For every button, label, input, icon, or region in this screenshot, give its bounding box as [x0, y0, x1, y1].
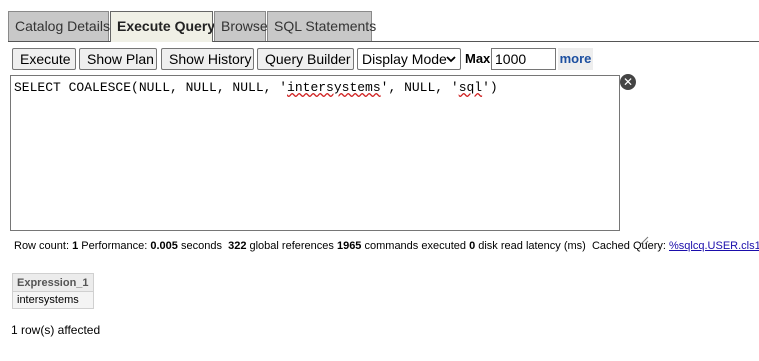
query-text-middle: ', NULL, ': [380, 80, 459, 95]
commands-label: commands executed: [364, 240, 467, 252]
tab-execute-query[interactable]: Execute Query: [110, 11, 215, 42]
tab-browse[interactable]: Browse: [214, 11, 268, 41]
tab-bar: Catalog Details Execute Query Browse SQL…: [8, 11, 759, 42]
column-header: Expression_1: [12, 273, 94, 292]
global-refs-value: 322: [228, 240, 247, 252]
table-cell: intersystems: [12, 291, 94, 309]
resize-handle-icon[interactable]: [608, 219, 649, 245]
disk-latency-label: disk read latency (ms): [478, 240, 586, 252]
rows-affected-text: 1 row(s) affected: [11, 323, 101, 337]
display-mode-select[interactable]: Display Mode: [357, 48, 461, 70]
seconds-label: seconds: [180, 240, 222, 252]
query-textarea[interactable]: SELECT COALESCE(NULL, NULL, NULL, 'inter…: [10, 75, 649, 245]
cached-query-link[interactable]: %sqlcq.USER.cls18: [669, 240, 759, 252]
more-link[interactable]: more: [558, 48, 593, 70]
performance-value: 0.005: [150, 240, 178, 252]
table-row: intersystems: [12, 291, 94, 309]
query-text-word-2: sql: [458, 80, 483, 95]
query-text-start: SELECT COALESCE(NULL, NULL, NULL, ': [14, 80, 288, 95]
query-stats: Row count: 1 Performance: 0.005 seconds …: [14, 240, 759, 252]
row-count-value: 1: [72, 240, 79, 252]
cached-query-label: Cached Query:: [591, 240, 666, 252]
query-text-word-1: intersystems: [287, 80, 381, 95]
max-label: Max: [465, 51, 491, 66]
disk-latency-value: 0: [469, 240, 476, 252]
query-builder-button[interactable]: Query Builder: [257, 48, 354, 70]
show-plan-button[interactable]: Show Plan: [79, 48, 157, 70]
global-refs-label: global references: [249, 240, 334, 252]
chevron-down-icon: [446, 50, 456, 75]
execute-button[interactable]: Execute: [12, 48, 76, 70]
query-text-end: '): [482, 80, 498, 95]
max-rows-input[interactable]: 1000: [491, 48, 556, 70]
performance-label: Performance:: [81, 240, 148, 252]
commands-value: 1965: [336, 240, 362, 252]
tab-sql-statements[interactable]: SQL Statements: [267, 11, 376, 41]
result-table: Expression_1 intersystems: [12, 273, 94, 309]
result-header-row: Expression_1: [12, 273, 94, 292]
show-history-button[interactable]: Show History: [161, 48, 254, 70]
clear-query-icon[interactable]: ✕: [620, 74, 636, 90]
display-mode-value: Display Mode: [362, 51, 447, 67]
row-count-label: Row count:: [14, 240, 70, 252]
tab-catalog-details[interactable]: Catalog Details: [8, 11, 110, 41]
